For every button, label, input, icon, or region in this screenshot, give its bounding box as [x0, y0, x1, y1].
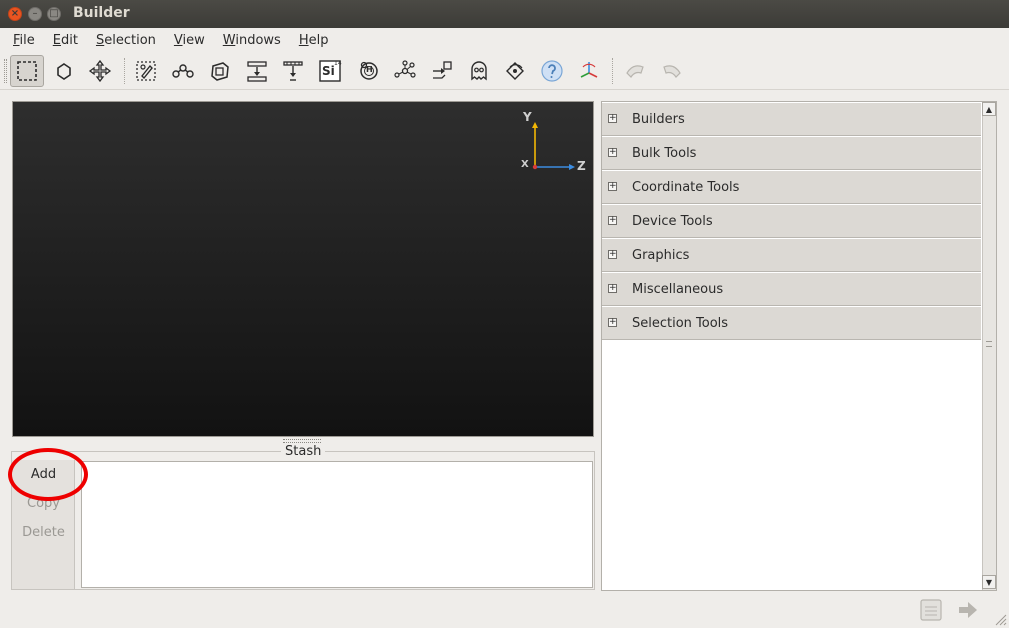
axis-x-label: X — [521, 159, 529, 170]
close-window-icon[interactable]: × — [8, 7, 22, 21]
redo-icon[interactable] — [655, 55, 689, 87]
toolbar-grip[interactable] — [4, 59, 7, 83]
menu-file-label: ile — [19, 32, 35, 48]
section-miscellaneous[interactable]: + Miscellaneous — [602, 273, 981, 306]
menu-selection-label: election — [104, 32, 156, 48]
element-si-icon[interactable]: Si 14 — [313, 55, 347, 87]
menu-view-mnemonic: V — [173, 32, 183, 48]
section-label: Device Tools — [632, 214, 713, 229]
help-icon[interactable] — [535, 55, 569, 87]
hydrogen-icon[interactable]: H — [352, 55, 386, 87]
hydrogen-symbol: H — [366, 65, 373, 74]
menu-edit[interactable]: Edit — [53, 33, 78, 48]
move-icon[interactable] — [83, 55, 117, 87]
cell-icon[interactable] — [203, 55, 237, 87]
section-label: Graphics — [632, 248, 690, 263]
menu-view-label: iew — [182, 32, 205, 48]
expand-icon: + — [608, 283, 617, 293]
resize-grip[interactable] — [993, 612, 1007, 626]
expand-icon: + — [608, 249, 617, 259]
rotate-view-icon[interactable] — [498, 55, 532, 87]
menu-windows-mnemonic: W — [222, 32, 236, 48]
insert-down-icon[interactable] — [240, 55, 274, 87]
title-bar: × – □ Builder — [0, 0, 1009, 28]
minimize-window-icon[interactable]: – — [28, 7, 42, 21]
bond-icon[interactable] — [166, 55, 200, 87]
menu-windows[interactable]: Windows — [223, 33, 281, 48]
axis-y-label: Y — [523, 110, 532, 124]
select-polygon-icon[interactable] — [47, 55, 81, 87]
scroll-up-icon[interactable]: ▲ — [982, 102, 996, 116]
viewport-3d[interactable]: Y X Z — [12, 101, 594, 437]
stash-title: Stash — [281, 444, 326, 459]
section-label: Builders — [632, 112, 685, 127]
molecule-icon[interactable] — [388, 55, 422, 87]
scroll-down-icon[interactable]: ▼ — [982, 575, 996, 589]
edit-tag-icon[interactable] — [129, 55, 163, 87]
axis-z-label: Z — [577, 159, 586, 173]
menu-view[interactable]: View — [174, 33, 205, 48]
expand-icon: + — [608, 113, 617, 123]
menu-help[interactable]: Help — [299, 33, 329, 48]
select-rectangle-icon[interactable] — [10, 55, 44, 87]
window-title: Builder — [73, 5, 130, 21]
section-coordinate-tools[interactable]: + Coordinate Tools — [602, 171, 981, 204]
axes-icon[interactable] — [572, 55, 606, 87]
section-bulk-tools[interactable]: + Bulk Tools — [602, 137, 981, 170]
section-builders[interactable]: + Builders — [602, 103, 981, 136]
maximize-window-icon[interactable]: □ — [47, 7, 61, 21]
element-si-number: 14 — [334, 60, 342, 67]
expand-icon: + — [608, 147, 617, 157]
menu-selection[interactable]: Selection — [96, 33, 156, 48]
section-graphics[interactable]: + Graphics — [602, 239, 981, 272]
menu-bar: File Edit Selection View Windows Help — [0, 28, 1009, 52]
section-label: Miscellaneous — [632, 282, 724, 297]
add-button[interactable]: Add — [12, 467, 75, 482]
undo-icon[interactable] — [618, 55, 652, 87]
section-label: Bulk Tools — [632, 146, 697, 161]
scroll-grip — [986, 341, 992, 347]
menu-help-mnemonic: H — [298, 32, 309, 48]
delete-button[interactable]: Delete — [12, 525, 75, 540]
toolbar-separator — [124, 58, 125, 84]
copy-button[interactable]: Copy — [12, 496, 75, 511]
splitter-handle[interactable] — [283, 439, 321, 443]
section-device-tools[interactable]: + Device Tools — [602, 205, 981, 238]
insert-pin-icon[interactable] — [276, 55, 310, 87]
expand-icon: + — [608, 317, 617, 327]
menu-help-label: elp — [308, 32, 329, 48]
menu-edit-label: dit — [61, 32, 78, 48]
attach-icon[interactable] — [425, 55, 459, 87]
menu-windows-label: indows — [235, 32, 281, 48]
ghost-icon[interactable] — [462, 55, 496, 87]
toolbar: Si 14 H — [0, 52, 1009, 90]
section-label: Selection Tools — [632, 316, 729, 331]
toolbar-separator — [612, 58, 613, 84]
menu-edit-mnemonic: E — [52, 32, 61, 48]
menu-selection-mnemonic: S — [95, 32, 105, 48]
expand-icon: + — [608, 181, 617, 191]
element-si-symbol: Si — [322, 64, 335, 78]
log-icon[interactable] — [918, 597, 944, 623]
section-selection-tools[interactable]: + Selection Tools — [602, 307, 981, 340]
stash-list[interactable] — [81, 461, 593, 588]
section-label: Coordinate Tools — [632, 180, 740, 195]
expand-icon: + — [608, 215, 617, 225]
axes-indicator: Y X Z — [519, 110, 589, 176]
send-arrow-icon[interactable] — [955, 597, 981, 623]
menu-file[interactable]: File — [13, 33, 35, 48]
